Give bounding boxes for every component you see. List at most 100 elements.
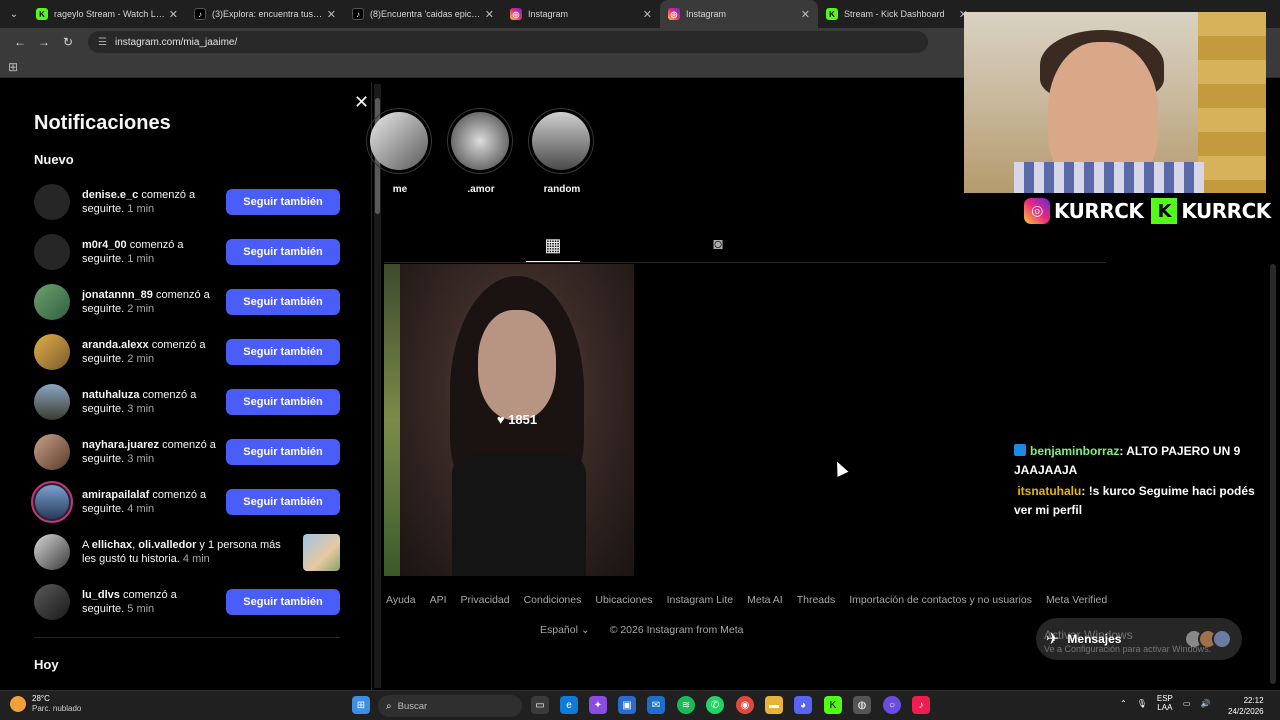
mail-icon[interactable]: ✉ [647, 696, 665, 714]
story-highlight[interactable]: me [366, 108, 434, 195]
notification-item[interactable]: A ellichax, oli.valledor y 1 persona más… [34, 532, 340, 572]
story-thumbnail[interactable] [303, 533, 340, 571]
username[interactable]: denise.e_c [82, 189, 138, 201]
story-highlight[interactable]: .amor [447, 108, 515, 195]
avatar[interactable] [34, 334, 70, 370]
footer-link[interactable]: Ayuda [386, 594, 416, 606]
username[interactable]: nayhara.juarez [82, 439, 159, 451]
notification-item[interactable]: nayhara.juarez comenzó a seguirte. 3 min… [34, 432, 340, 472]
footer-link[interactable]: Meta AI [747, 594, 783, 606]
task-view-icon[interactable]: ▭ [531, 696, 549, 714]
browser-tab[interactable]: K Stream - Kick Dashboard ✕ [818, 0, 976, 28]
browser-tab-active[interactable]: ◎ Instagram ✕ [660, 0, 818, 28]
notification-item[interactable]: natuhaluza comenzó a seguirte. 3 min Seg… [34, 382, 340, 422]
username[interactable]: m0r4_00 [82, 239, 127, 251]
notification-item[interactable]: aranda.alexx comenzó a seguirte. 2 min S… [34, 332, 340, 372]
footer-link[interactable]: Importación de contactos y no usuarios [849, 594, 1032, 606]
network-icon[interactable]: ▭ [1183, 699, 1191, 708]
close-icon[interactable]: ✕ [485, 8, 494, 21]
tab-tagged[interactable]: ◙ [704, 232, 732, 258]
tab-search-icon[interactable]: ⌄ [0, 0, 28, 28]
username[interactable]: lu_dlvs [82, 589, 120, 601]
follow-back-button[interactable]: Seguir también [226, 189, 340, 215]
close-icon[interactable]: ✕ [169, 8, 178, 21]
volume-icon[interactable]: 🔊 [1200, 699, 1210, 708]
chevron-up-icon[interactable]: ⌃ [1120, 699, 1127, 708]
notification-item[interactable]: amirapailalaf comenzó a seguirte. 4 min … [31, 481, 340, 523]
avatar[interactable] [34, 384, 70, 420]
highlight-cover[interactable] [366, 108, 432, 174]
app-icon[interactable]: ○ [883, 696, 901, 714]
footer-link[interactable]: Meta Verified [1046, 594, 1107, 606]
footer-link[interactable]: Instagram Lite [667, 594, 734, 606]
notification-item[interactable]: denise.e_c comenzó a seguirte. 1 min Seg… [34, 182, 340, 222]
notification-item[interactable]: lu_dlvs comenzó a seguirte. 5 min Seguir… [34, 582, 340, 622]
notification-item[interactable]: jonatannn_89 comenzó a seguirte. 2 min S… [34, 282, 340, 322]
username[interactable]: amirapailalaf [82, 489, 149, 501]
store-icon[interactable]: ▣ [618, 696, 636, 714]
clock[interactable]: 22:12 24/2/2026 [1228, 695, 1264, 717]
edge-icon[interactable]: e [560, 696, 578, 714]
apps-grid-icon[interactable]: ⊞ [8, 60, 18, 74]
highlight-cover[interactable] [447, 108, 513, 174]
language-indicator[interactable]: ESP LAA [1157, 694, 1173, 712]
obs-icon[interactable]: ◍ [853, 696, 871, 714]
page-scrollbar[interactable] [1270, 264, 1276, 684]
close-icon[interactable]: ✕ [801, 8, 810, 21]
footer-link[interactable]: Privacidad [461, 594, 510, 606]
taskbar-search[interactable]: ⌕ Buscar [378, 695, 522, 717]
footer-link[interactable]: Threads [797, 594, 836, 606]
spotify-icon[interactable]: ≋ [677, 696, 695, 714]
whatsapp-icon[interactable]: ✆ [706, 696, 724, 714]
browser-tab[interactable]: K rageylo Stream - Watch Live on ✕ [28, 0, 186, 28]
url-input[interactable]: ☰ instagram.com/mia_jaaime/ [88, 31, 928, 53]
avatar-group[interactable] [34, 534, 70, 570]
avatar[interactable] [34, 184, 70, 220]
close-icon[interactable]: ✕ [327, 8, 336, 21]
notification-item[interactable]: m0r4_00 comenzó a seguirte. 1 min Seguir… [34, 232, 340, 272]
reload-icon[interactable]: ↻ [56, 30, 80, 54]
site-settings-icon[interactable]: ☰ [98, 37, 107, 48]
post-thumbnail-partial[interactable] [384, 264, 400, 576]
kick-app-icon[interactable]: K [824, 696, 842, 714]
footer-link[interactable]: Ubicaciones [595, 594, 652, 606]
username[interactable]: oli.valledor [138, 539, 196, 551]
tab-posts[interactable]: ▦ [526, 230, 580, 262]
back-icon[interactable]: ← [8, 30, 32, 54]
forward-icon[interactable]: → [32, 30, 56, 54]
username[interactable]: natuhaluza [82, 389, 139, 401]
follow-back-button[interactable]: Seguir también [226, 439, 340, 465]
follow-back-button[interactable]: Seguir también [226, 289, 340, 315]
avatar-with-story-ring[interactable] [31, 481, 73, 523]
microphone-icon[interactable]: 🎙 [1137, 699, 1147, 708]
avatar[interactable] [34, 284, 70, 320]
story-highlight[interactable]: random [528, 108, 596, 195]
discord-icon[interactable]: ◕ [794, 696, 812, 714]
file-explorer-icon[interactable]: ▬ [765, 696, 783, 714]
follow-back-button[interactable]: Seguir también [226, 389, 340, 415]
close-icon[interactable]: ✕ [643, 8, 652, 21]
browser-tab[interactable]: ◎ Instagram ✕ [502, 0, 660, 28]
avatar[interactable] [34, 584, 70, 620]
avatar[interactable] [34, 234, 70, 270]
copilot-icon[interactable]: ✦ [589, 696, 607, 714]
windows-start-icon[interactable]: ⊞ [352, 696, 370, 714]
username[interactable]: jonatannn_89 [82, 289, 153, 301]
username[interactable]: ellichax [92, 539, 132, 551]
avatar[interactable] [34, 434, 70, 470]
footer-link[interactable]: API [430, 594, 447, 606]
browser-tab[interactable]: ♪ (8)Encuentra 'caidas epicas' en ✕ [344, 0, 502, 28]
footer-link[interactable]: Condiciones [524, 594, 582, 606]
language-select[interactable]: Español ⌄ [540, 624, 590, 636]
follow-back-button[interactable]: Seguir también [226, 339, 340, 365]
username[interactable]: aranda.alexx [82, 339, 149, 351]
highlight-cover[interactable] [528, 108, 594, 174]
weather-widget[interactable]: 28°C Parc. nublado [10, 694, 81, 714]
follow-back-button[interactable]: Seguir también [226, 489, 340, 515]
tiktok-app-icon[interactable]: ♪ [912, 696, 930, 714]
follow-back-button[interactable]: Seguir también [226, 239, 340, 265]
chrome-icon[interactable]: ◉ [736, 696, 754, 714]
follow-back-button[interactable]: Seguir también [226, 589, 340, 615]
browser-tab[interactable]: ♪ (3)Explora: encuentra tus videos ✕ [186, 0, 344, 28]
post-thumbnail[interactable]: ♥ 1851 [400, 264, 634, 576]
